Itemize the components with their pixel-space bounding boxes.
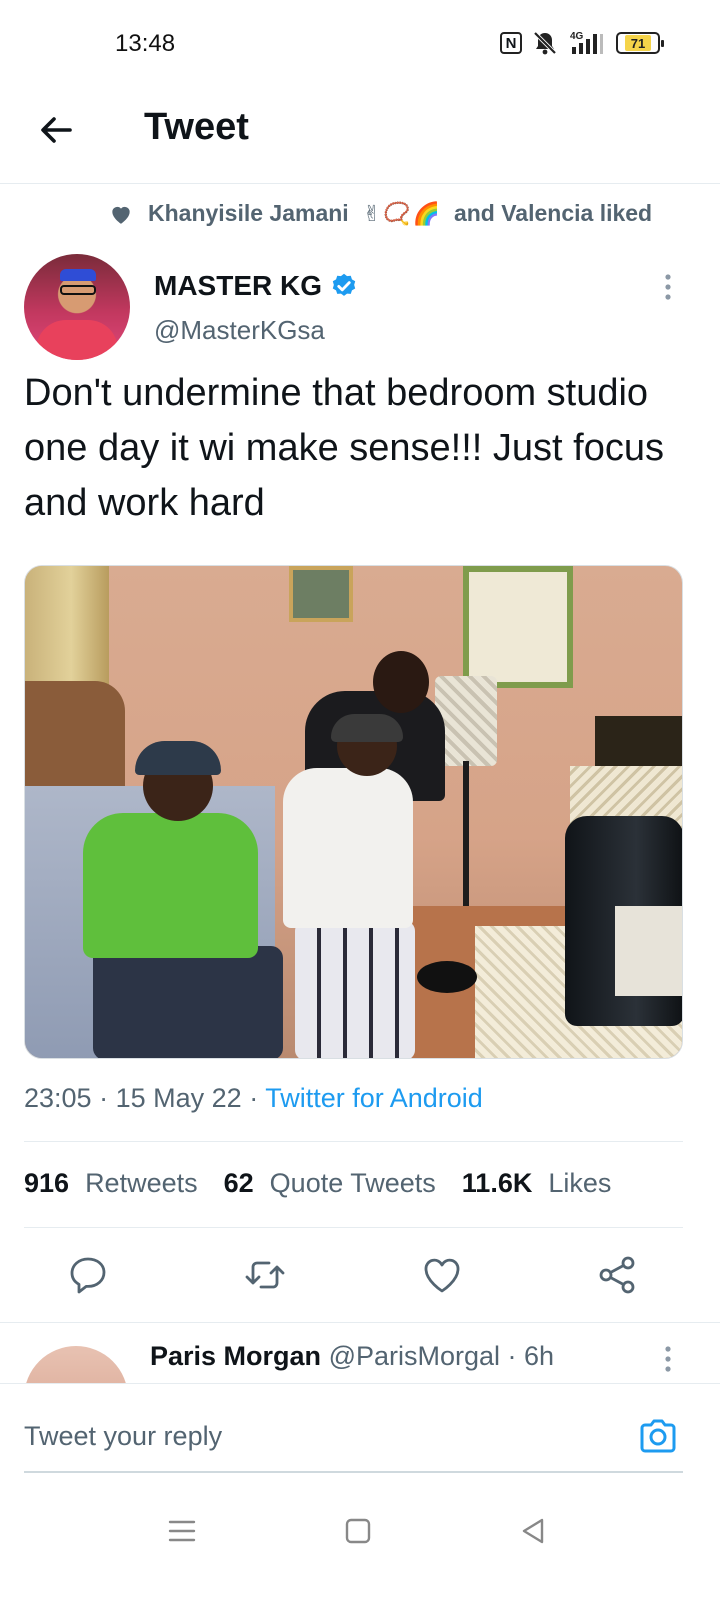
tweet-photo[interactable] [24, 565, 683, 1059]
tweet-date: 15 May 22 [115, 1083, 242, 1113]
emoji-victory: ✌ [362, 200, 382, 226]
share-icon[interactable] [596, 1253, 640, 1297]
signal-icon: 4G [568, 30, 606, 56]
reply-input[interactable] [24, 1414, 584, 1458]
retweets-count[interactable]: 916 [24, 1168, 69, 1199]
emoji-beads: 📿 [383, 200, 411, 226]
back-triangle-icon[interactable] [514, 1511, 554, 1551]
emoji-rainbow: 🌈 [412, 200, 440, 226]
quotes-count[interactable]: 62 [224, 1168, 254, 1199]
reply-author-name: Paris Morgan [150, 1341, 322, 1371]
reply-more-options-icon[interactable] [656, 1344, 680, 1374]
author-name-row[interactable]: MASTER KG [154, 270, 358, 302]
tweet-time: 23:05 [24, 1083, 92, 1113]
tweet-meta: 23:05 · 15 May 22 · Twitter for Android [24, 1083, 483, 1113]
liker-emojis: ✌ 📿 🌈 [363, 201, 440, 227]
menu-icon[interactable] [162, 1511, 202, 1551]
camera-icon[interactable] [636, 1414, 680, 1458]
nfc-icon: N [500, 32, 522, 54]
compose-underline [24, 1471, 683, 1473]
top-bar: Tweet [0, 90, 720, 184]
quotes-label[interactable]: Quote Tweets [270, 1168, 436, 1199]
author-name: MASTER KG [154, 270, 322, 301]
battery-icon: 71 [616, 32, 664, 54]
page-title: Tweet [144, 106, 249, 148]
author-avatar[interactable] [24, 254, 130, 360]
divider [24, 1141, 683, 1142]
network-type: 4G [570, 31, 584, 42]
social-context[interactable]: Khanyisile Jamani ✌ 📿 🌈 and Valencia lik… [108, 200, 652, 227]
status-bar: 13:48 N 4G 71 [0, 0, 720, 90]
tweet-source-link[interactable]: Twitter for Android [265, 1083, 483, 1113]
action-bar [0, 1245, 720, 1305]
liker-name: Khanyisile Jamani [148, 200, 349, 226]
divider [0, 1322, 720, 1323]
tweet-text: Don't undermine that bedroom studio one … [24, 372, 664, 524]
retweets-label[interactable]: Retweets [85, 1168, 198, 1199]
likes-count[interactable]: 11.6K [462, 1168, 533, 1199]
author-handle[interactable]: @MasterKGsa [154, 315, 325, 346]
likes-label[interactable]: Likes [548, 1168, 611, 1199]
like-icon[interactable] [420, 1253, 464, 1297]
retweet-icon[interactable] [243, 1253, 287, 1297]
status-icons: N 4G 71 [500, 30, 664, 56]
mute-icon [532, 30, 558, 56]
tweet-stats: 916 Retweets 62 Quote Tweets 11.6K Likes [24, 1168, 637, 1199]
reply-header[interactable]: Paris Morgan @ParisMorgal · 6h [150, 1341, 554, 1372]
system-nav-bar [0, 1493, 720, 1600]
status-time: 13:48 [115, 30, 176, 57]
back-arrow-icon[interactable] [36, 110, 76, 150]
reply-author-handle: @ParisMorgal [328, 1341, 501, 1371]
reply-composer [0, 1383, 720, 1493]
liker-suffix: and Valencia liked [453, 200, 653, 226]
home-icon[interactable] [338, 1511, 378, 1551]
more-options-icon[interactable] [656, 272, 680, 302]
heart-icon [112, 206, 130, 224]
divider [24, 1227, 683, 1228]
reply-age: 6h [524, 1341, 555, 1371]
verified-badge-icon [332, 273, 356, 296]
battery-level: 71 [624, 35, 652, 51]
reply-icon[interactable] [66, 1253, 110, 1297]
